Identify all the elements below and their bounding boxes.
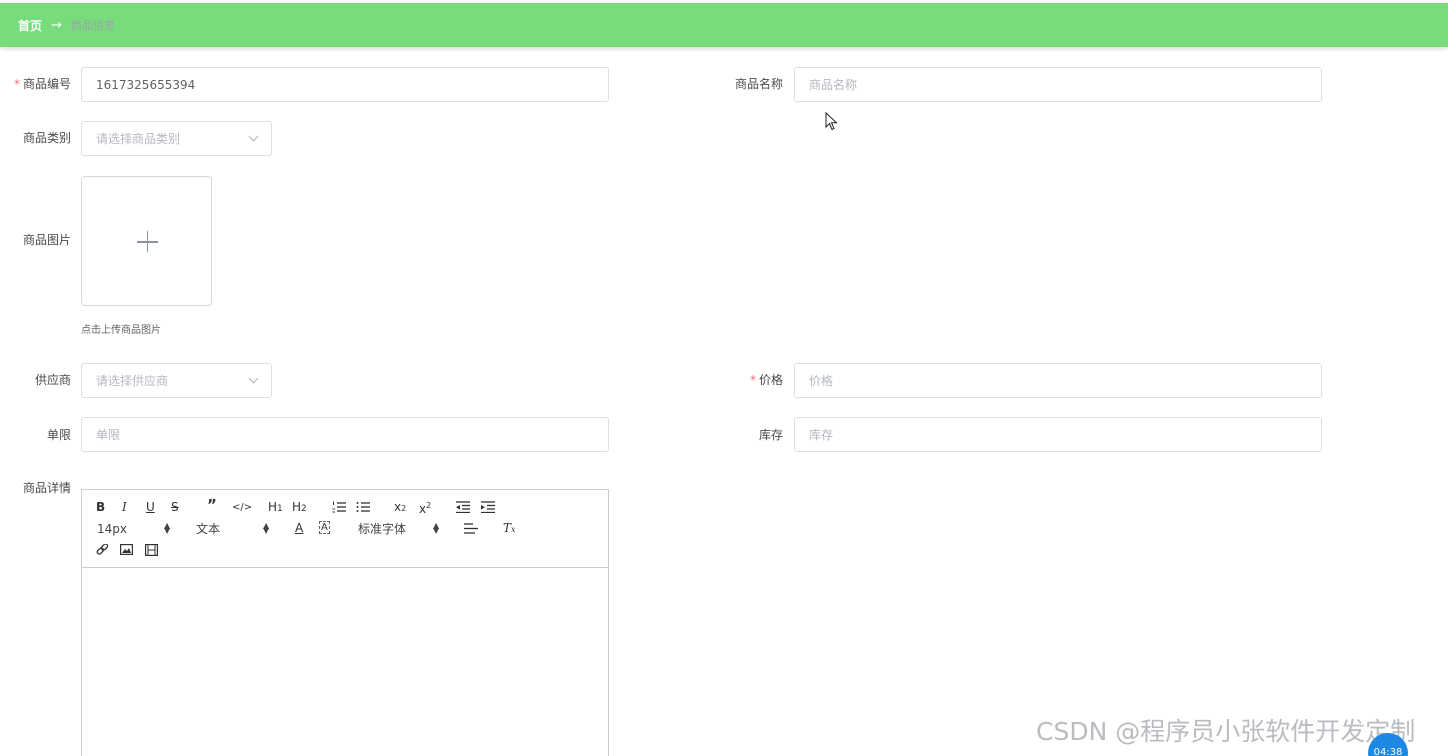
ordered-list-icon[interactable] [332, 501, 346, 513]
required-mark: * [749, 373, 756, 387]
image-icon[interactable] [120, 544, 133, 555]
align-icon[interactable] [464, 523, 478, 534]
plus-icon-vertical [146, 231, 148, 252]
updown-icon: ▲ ▼ [433, 521, 440, 535]
code-block-icon[interactable]: </> [232, 501, 252, 515]
category-label: 商品类别 [22, 131, 71, 145]
video-icon[interactable] [145, 544, 158, 556]
goods-name-input[interactable] [794, 67, 1322, 102]
image-upload-box[interactable] [81, 176, 212, 306]
category-select-placeholder: 请选择商品类别 [96, 132, 181, 146]
indent-icon[interactable] [481, 501, 495, 513]
bold-icon[interactable]: B [96, 500, 105, 514]
rich-text-editor: B I U S ” </> H1 H2 x2 x2 14px ▲ ▼ 文本 ▲ ▼ … [81, 489, 609, 756]
mouse-cursor-icon [825, 112, 838, 131]
limit-label: 单限 [46, 428, 71, 442]
background-color-icon[interactable]: A [319, 521, 330, 534]
text-color-icon[interactable]: A [295, 521, 303, 535]
editor-toolbar: B I U S ” </> H1 H2 x2 x2 14px ▲ ▼ 文本 ▲ ▼ … [82, 490, 608, 568]
updown-icon: ▲ ▼ [263, 521, 270, 535]
supplier-select-placeholder: 请选择供应商 [96, 374, 169, 388]
font-size-picker[interactable]: 14px [97, 522, 127, 536]
price-label: * 价格 [723, 373, 783, 387]
italic-icon[interactable]: I [122, 500, 127, 514]
detail-label: 商品详情 [22, 481, 71, 495]
header1-icon[interactable]: H1 [268, 500, 283, 516]
stock-input[interactable] [794, 417, 1322, 452]
supplier-select[interactable]: 请选择供应商 [81, 363, 272, 398]
superscript-icon[interactable]: x2 [419, 499, 431, 516]
goods-no-input[interactable] [81, 67, 609, 102]
goods-no-label: * 商品编号 [11, 77, 71, 91]
updown-icon: ▲ ▼ [164, 521, 171, 535]
breadcrumb-arrow-icon: → [51, 17, 62, 33]
breadcrumb-current: 商品信息 [70, 19, 115, 32]
image-label: 商品图片 [22, 233, 71, 247]
category-select[interactable]: 请选择商品类别 [81, 121, 272, 156]
price-label-text: 价格 [758, 373, 783, 387]
font-family-picker[interactable]: 标准字体 [358, 522, 406, 536]
chevron-down-icon [248, 373, 259, 384]
supplier-label: 供应商 [34, 373, 71, 387]
subscript-icon[interactable]: x2 [394, 500, 406, 516]
required-mark: * [13, 77, 20, 91]
strike-icon[interactable]: S [171, 500, 179, 514]
breadcrumb-home-link[interactable]: 首页 [18, 17, 42, 34]
watermark: CSDN @程序员小张软件开发定制 [1036, 717, 1416, 746]
bullet-list-icon[interactable] [356, 501, 370, 513]
breadcrumb: 首页 → 商品信息 [0, 3, 1448, 47]
header-picker[interactable]: 文本 [196, 522, 220, 536]
goods-name-label: 商品名称 [734, 77, 783, 91]
editor-content[interactable] [82, 569, 608, 756]
header2-icon[interactable]: H2 [292, 500, 307, 516]
price-input[interactable] [794, 363, 1322, 398]
limit-input[interactable] [81, 417, 609, 452]
underline-icon[interactable]: U [146, 500, 155, 514]
clean-format-icon[interactable]: Tx [503, 521, 516, 537]
goods-no-label-text: 商品编号 [22, 77, 71, 91]
blockquote-icon[interactable]: ” [207, 498, 217, 513]
upload-tip: 点击上传商品图片 [81, 325, 161, 336]
outdent-icon[interactable] [456, 501, 470, 513]
link-icon[interactable] [96, 544, 109, 557]
stock-label: 库存 [758, 428, 783, 442]
chevron-down-icon [248, 131, 259, 142]
